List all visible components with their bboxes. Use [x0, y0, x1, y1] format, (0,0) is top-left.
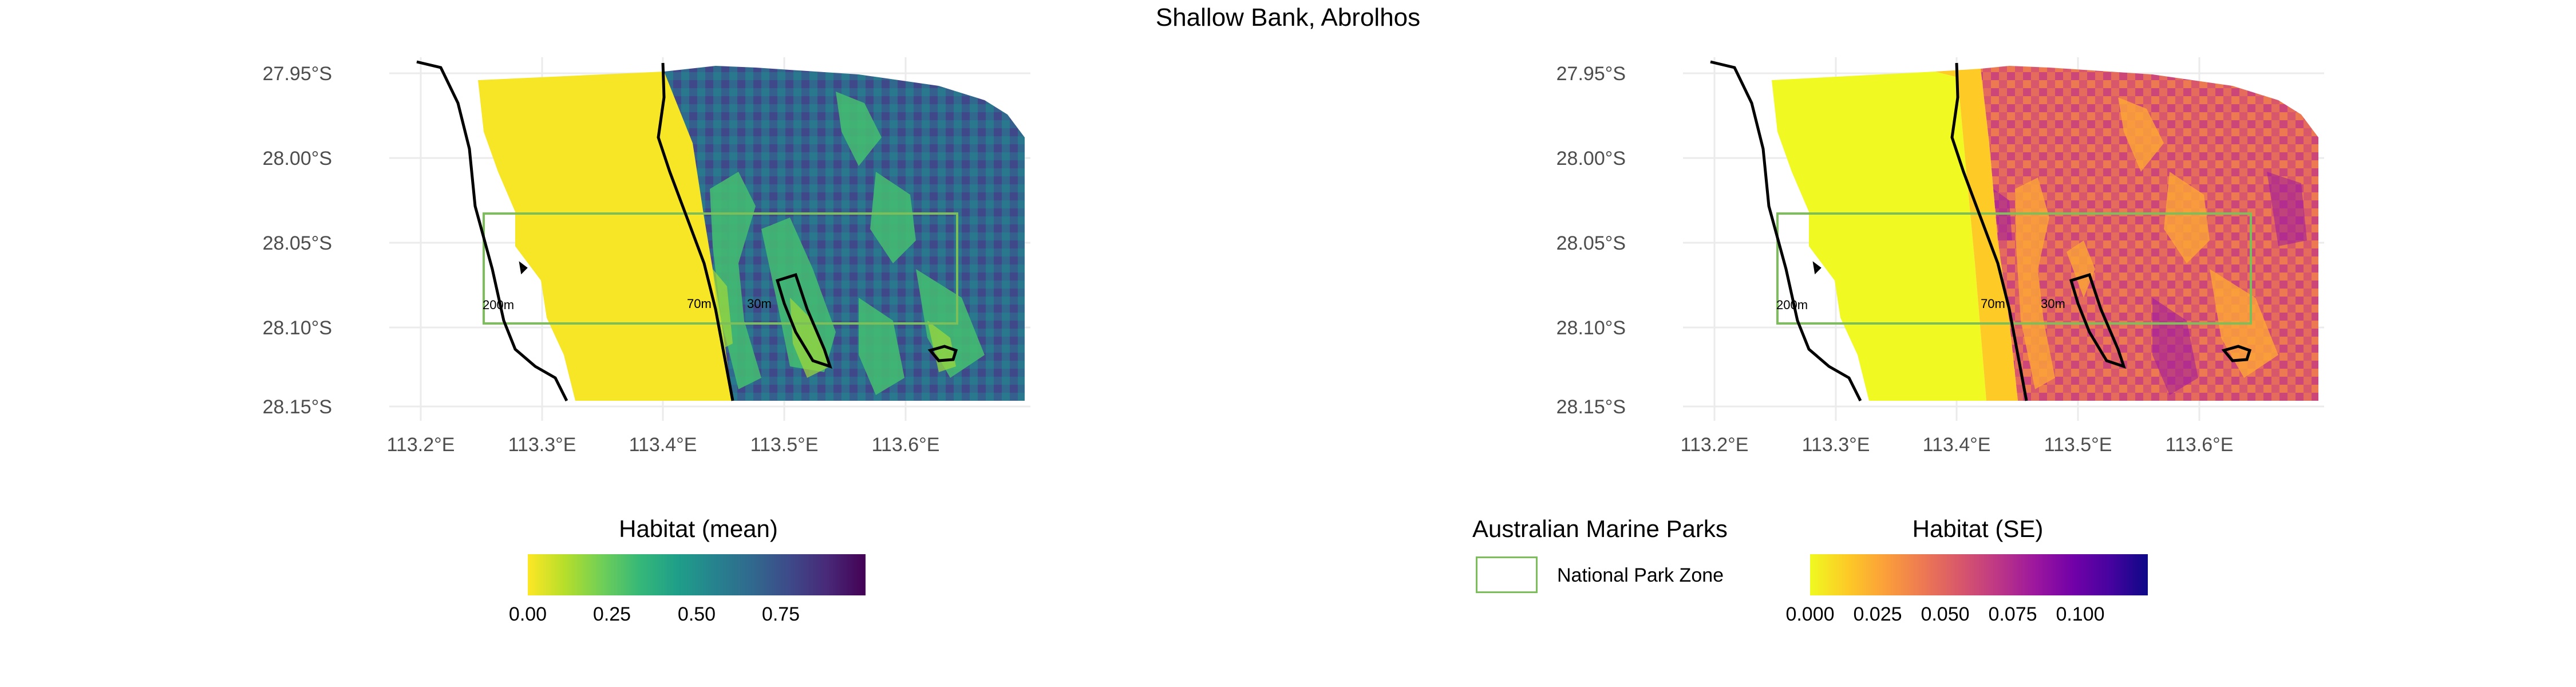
- x-tick: 113.3°E: [1802, 434, 1870, 456]
- legend-tick: 0.00: [508, 603, 547, 625]
- y-tick: 28.05°S: [263, 232, 332, 254]
- legend-tick: 0.025: [1853, 603, 1902, 625]
- legend-tick: 0.075: [1988, 603, 2037, 625]
- map-panel-se: 200m 70m 30m 27.95°S 28.00°S 28.05°S 28.…: [1556, 57, 2324, 456]
- legend-ticks-mean: 0.00 0.25 0.50 0.75: [509, 603, 866, 626]
- contour-label-70m: 70m: [687, 297, 712, 311]
- legend-title-mean: Habitat (mean): [619, 515, 778, 542]
- contour-label-30m: 30m: [2041, 297, 2065, 311]
- map-panel-mean: 200m 70m 30m 27.95°S 28.00°S 28.05°S 28.…: [263, 57, 1030, 456]
- legend-title-marine-parks: Australian Marine Parks: [1472, 515, 1728, 542]
- y-tick: 28.00°S: [1556, 148, 1626, 169]
- contour-label-30m: 30m: [747, 297, 772, 311]
- y-tick: 27.95°S: [1556, 63, 1626, 85]
- x-tick: 113.5°E: [750, 434, 819, 456]
- contour-label-70m: 70m: [1981, 297, 2005, 311]
- legend-tick: 0.75: [761, 603, 800, 625]
- x-tick: 113.2°E: [387, 434, 455, 456]
- legend-tick: 0.000: [1785, 603, 1835, 625]
- legend-tick: 0.50: [677, 603, 716, 625]
- contour-label-200m: 200m: [1776, 298, 1808, 312]
- national-park-zone-key: [1476, 556, 1538, 593]
- legend-ticks-se: 0.000 0.025 0.050 0.075 0.100: [1785, 603, 2148, 626]
- x-tick: 113.6°E: [872, 434, 940, 456]
- contour-label-200m: 200m: [483, 298, 514, 312]
- legend-tick: 0.050: [1921, 603, 1970, 625]
- x-tick: 113.3°E: [508, 434, 576, 456]
- legend-title-se: Habitat (SE): [1912, 515, 2044, 542]
- y-tick: 28.00°S: [263, 148, 332, 169]
- y-tick: 27.95°S: [263, 63, 332, 85]
- x-tick: 113.5°E: [2044, 434, 2112, 456]
- y-tick: 28.10°S: [1556, 317, 1626, 339]
- national-park-zone-label: National Park Zone: [1557, 564, 1724, 586]
- y-tick: 28.15°S: [263, 396, 332, 418]
- y-tick: 28.05°S: [1556, 232, 1626, 254]
- x-tick: 113.4°E: [1923, 434, 1991, 456]
- x-tick: 113.6°E: [2166, 434, 2234, 456]
- colorbar-mean: [528, 554, 866, 595]
- x-tick: 113.2°E: [1681, 434, 1749, 456]
- y-tick: 28.15°S: [1556, 396, 1626, 418]
- legend-tick: 0.100: [2056, 603, 2105, 625]
- legend-tick: 0.25: [592, 603, 631, 625]
- x-tick: 113.4°E: [629, 434, 697, 456]
- y-tick: 28.10°S: [263, 317, 332, 339]
- colorbar-se: [1810, 554, 2148, 595]
